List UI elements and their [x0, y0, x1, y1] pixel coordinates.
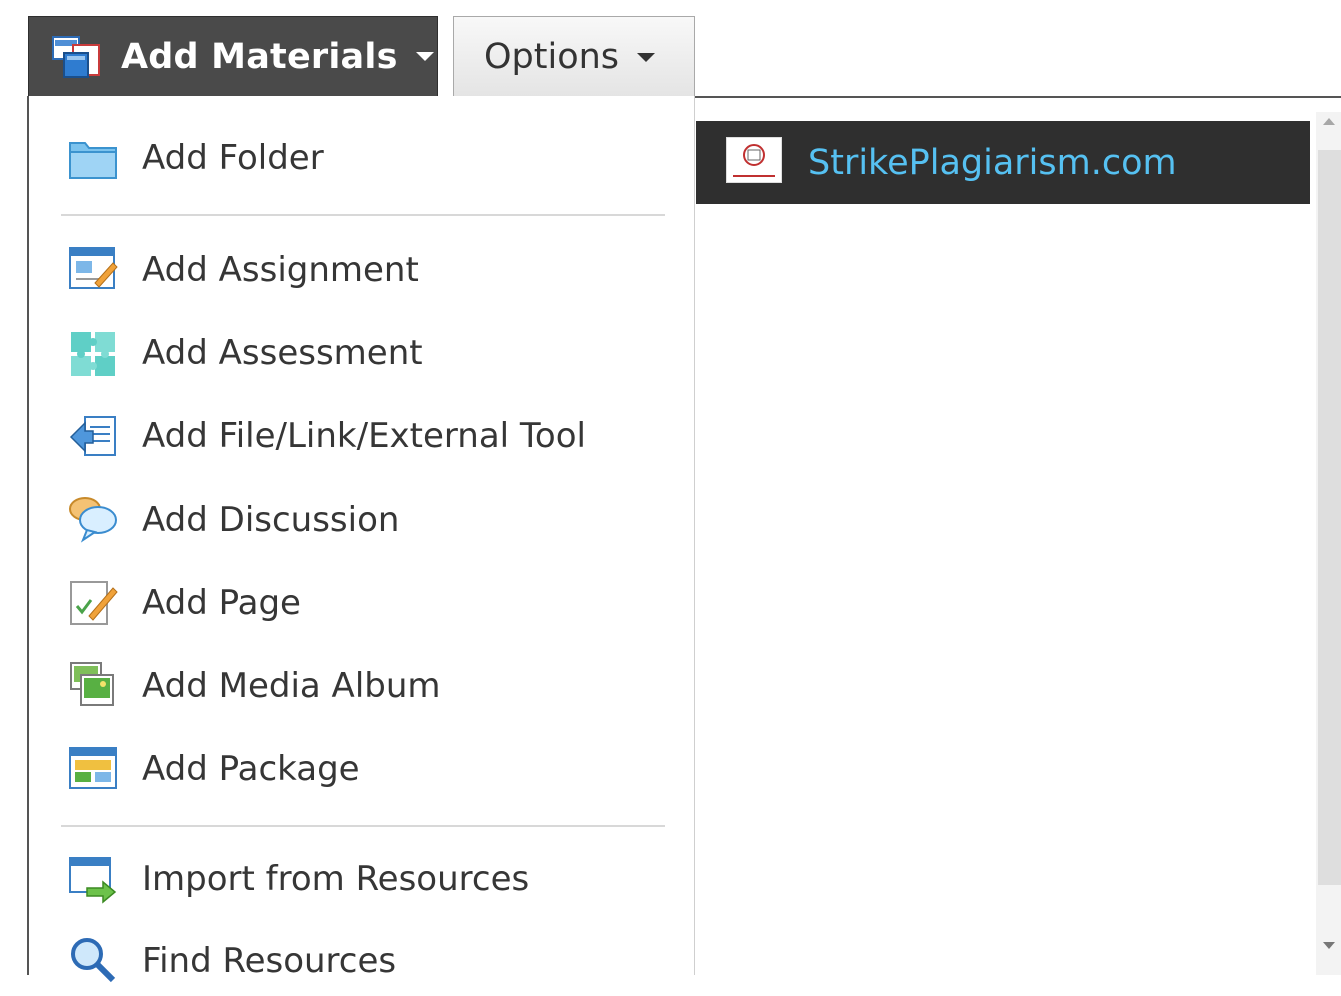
material-row[interactable]: StrikePlagiarism.com: [696, 121, 1310, 204]
folder-icon: [67, 133, 119, 185]
menu-item-add-assignment[interactable]: Add Assignment: [29, 235, 695, 305]
menu-item-add-file-link[interactable]: Add File/Link/External Tool: [29, 401, 695, 471]
menu-item-add-discussion[interactable]: Add Discussion: [29, 485, 695, 555]
chevron-down-icon: [415, 52, 434, 61]
menu-item-add-assessment[interactable]: Add Assessment: [29, 318, 695, 388]
options-button[interactable]: Options: [453, 16, 695, 97]
menu-item-import-resources[interactable]: Import from Resources: [29, 844, 695, 914]
menu-item-label: Find Resources: [142, 941, 397, 981]
add-materials-button[interactable]: Add Materials: [28, 16, 438, 97]
page-icon: [67, 576, 119, 628]
chevron-down-icon: [637, 52, 656, 62]
import-icon: [67, 852, 119, 904]
assessment-puzzle-icon: [67, 328, 119, 380]
scroll-down-arrow-icon[interactable]: [1323, 942, 1335, 949]
menu-separator: [61, 825, 665, 827]
menu-item-label: Import from Resources: [142, 859, 530, 899]
menu-item-add-page[interactable]: Add Page: [29, 568, 695, 638]
package-icon: [67, 742, 119, 794]
scroll-up-arrow-icon[interactable]: [1323, 118, 1335, 125]
add-materials-icon: [51, 35, 101, 79]
add-materials-dropdown: Add Folder Add Assignment Add Assessment…: [27, 96, 695, 983]
menu-item-label: Add Assessment: [142, 333, 423, 373]
strikeplagiarism-logo-icon: [726, 137, 782, 183]
menu-item-add-media-album[interactable]: Add Media Album: [29, 651, 695, 721]
menu-item-find-resources[interactable]: Find Resources: [29, 926, 695, 996]
search-icon: [67, 934, 119, 986]
add-materials-label: Add Materials: [121, 36, 398, 77]
assignment-icon: [67, 243, 119, 295]
file-link-icon: [67, 409, 119, 461]
menu-item-add-package[interactable]: Add Package: [29, 734, 695, 804]
menu-item-label: Add Media Album: [142, 666, 441, 706]
discussion-icon: [67, 493, 119, 545]
options-label: Options: [484, 37, 620, 77]
menu-item-label: Add Package: [142, 749, 360, 789]
menu-item-add-folder[interactable]: Add Folder: [29, 123, 695, 193]
menu-item-label: Add Discussion: [142, 500, 400, 540]
menu-separator: [61, 214, 665, 216]
menu-item-label: Add File/Link/External Tool: [142, 416, 586, 456]
strikeplagiarism-link[interactable]: StrikePlagiarism.com: [808, 143, 1177, 183]
scrollbar-thumb[interactable]: [1318, 150, 1341, 885]
toolbar-divider: [695, 96, 1341, 98]
media-album-icon: [67, 659, 119, 711]
menu-item-label: Add Page: [142, 583, 301, 623]
menu-item-label: Add Folder: [142, 138, 324, 178]
menu-item-label: Add Assignment: [142, 250, 419, 290]
